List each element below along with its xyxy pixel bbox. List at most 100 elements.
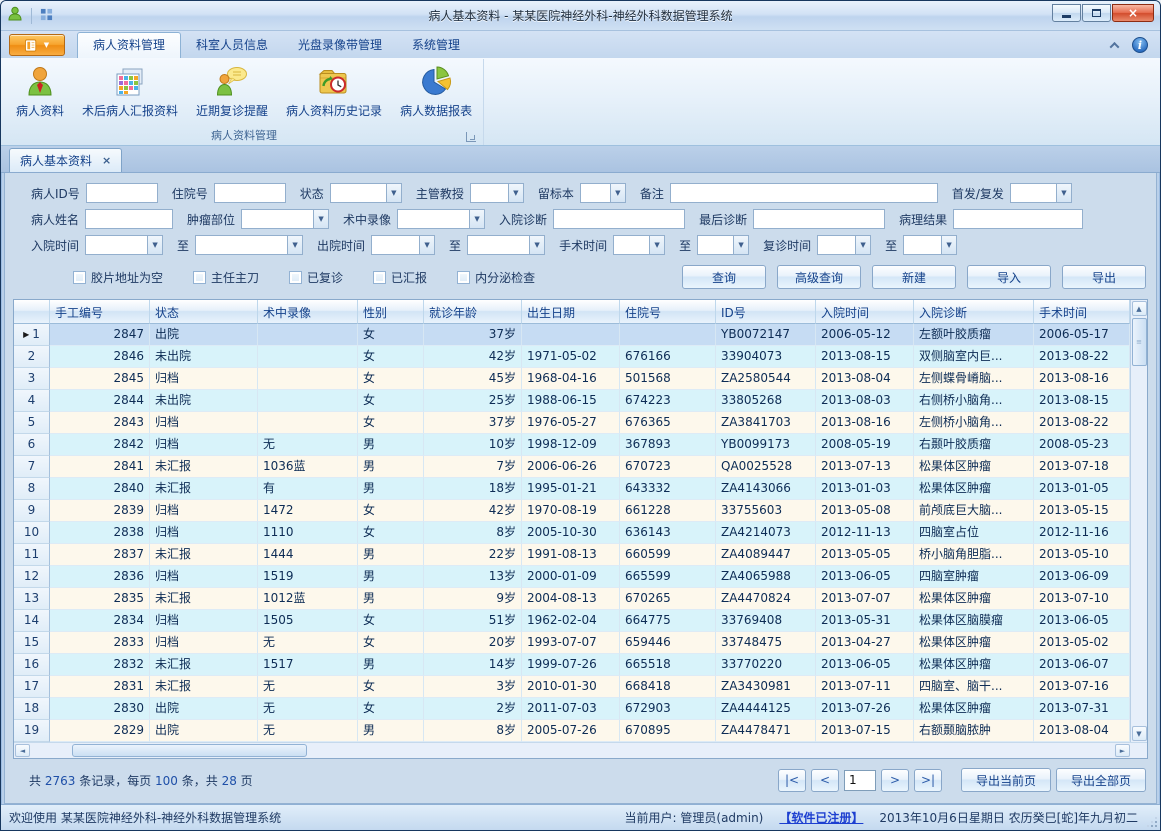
ribbon-tab-system-mgmt[interactable]: 系统管理 (397, 32, 475, 58)
export-current-page-button[interactable]: 导出当前页 (961, 768, 1051, 792)
dropdown-arrow-icon[interactable]: ▼ (147, 236, 162, 254)
filter-revisit-time-to-select[interactable]: ▼ (903, 235, 957, 255)
dropdown-arrow-icon[interactable]: ▼ (529, 236, 544, 254)
dropdown-arrow-icon[interactable]: ▼ (508, 184, 523, 202)
table-row[interactable]: 102838归档1110女8岁2005-10-30636143ZA4214073… (14, 522, 1130, 544)
filter-specimen-select[interactable]: ▼ (580, 183, 626, 203)
column-header-visit-age[interactable]: 就诊年龄 (424, 300, 522, 324)
filter-surgery-time-to-select[interactable]: ▼ (697, 235, 749, 255)
filter-intraop-video-select[interactable]: ▼ (397, 209, 485, 229)
table-row[interactable]: 142834归档1505女51岁1962-02-0466477533769408… (14, 610, 1130, 632)
ribbon-button-patient-history[interactable]: 病人资料历史记录 (277, 59, 391, 120)
dropdown-arrow-icon[interactable]: ▼ (287, 236, 302, 254)
dropdown-arrow-icon[interactable]: ▼ (386, 184, 401, 202)
table-row[interactable]: 52843归档女37岁1976-05-27676365ZA38417032013… (14, 412, 1130, 434)
checkbox-reported[interactable]: 已汇报 (373, 269, 427, 286)
table-row[interactable]: 192829出院无男8岁2005-07-26670895ZA4478471201… (14, 720, 1130, 742)
column-header-admission-time[interactable]: 入院时间 (816, 300, 914, 324)
collapse-ribbon-icon[interactable] (1110, 41, 1120, 51)
filter-discharge-time-to-select[interactable]: ▼ (467, 235, 545, 255)
checkbox-endocrine-exam[interactable]: 内分泌检查 (457, 269, 535, 286)
dropdown-arrow-icon[interactable]: ▼ (469, 210, 484, 228)
table-row[interactable]: 112837未汇报1444男22岁1991-08-13660599ZA40894… (14, 544, 1130, 566)
vertical-scroll-thumb[interactable]: ≡ (1132, 318, 1147, 366)
ribbon-tab-patient-data-mgmt[interactable]: 病人资料管理 (77, 32, 181, 58)
dropdown-arrow-icon[interactable]: ▼ (610, 184, 625, 202)
filter-chief-professor-select[interactable]: ▼ (470, 183, 524, 203)
dropdown-arrow-icon[interactable]: ▼ (733, 236, 748, 254)
filter-patient-id-input[interactable] (86, 183, 158, 203)
dialog-launcher-icon[interactable] (466, 132, 476, 142)
close-button[interactable]: × (1112, 4, 1154, 22)
scroll-right-icon[interactable]: ► (1115, 744, 1130, 757)
quick-access-icon[interactable] (40, 8, 53, 24)
filter-admission-time-from-select[interactable]: ▼ (85, 235, 163, 255)
dropdown-arrow-icon[interactable]: ▼ (649, 236, 664, 254)
filter-revisit-time-from-select[interactable]: ▼ (817, 235, 871, 255)
filter-final-diagnosis-input[interactable] (753, 209, 885, 229)
query-button[interactable]: 查询 (682, 265, 766, 289)
new-button[interactable]: 新建 (872, 265, 956, 289)
dropdown-arrow-icon[interactable]: ▼ (941, 236, 956, 254)
column-header-manual-no[interactable]: 手工编号 (50, 300, 150, 324)
resize-grip-icon[interactable] (1147, 817, 1157, 827)
last-page-button[interactable]: >| (914, 769, 942, 792)
filter-surgery-time-from-select[interactable]: ▼ (613, 235, 665, 255)
tab-patient-basic-info[interactable]: 病人基本资料 × (9, 148, 122, 172)
ribbon-button-revisit-reminder[interactable]: 近期复诊提醒 (187, 59, 277, 120)
table-row[interactable]: 152833归档无女20岁1993-07-0765944633748475201… (14, 632, 1130, 654)
next-page-button[interactable]: > (881, 769, 909, 792)
vertical-scrollbar[interactable]: ▲ ≡ ▼ (1130, 300, 1147, 742)
horizontal-scroll-thumb[interactable] (72, 744, 307, 757)
checkbox-film-address-empty[interactable]: 胶片地址为空 (73, 269, 163, 286)
column-header-status[interactable]: 状态 (150, 300, 258, 324)
filter-status-select[interactable]: ▼ (330, 183, 402, 203)
column-header-id-no[interactable]: ID号 (716, 300, 816, 324)
filter-tumor-site-select[interactable]: ▼ (241, 209, 329, 229)
dropdown-arrow-icon[interactable]: ▼ (855, 236, 870, 254)
table-row[interactable]: 22846未出院女42岁1971-05-02676166339040732013… (14, 346, 1130, 368)
dropdown-arrow-icon[interactable]: ▼ (1056, 184, 1071, 202)
checkbox-director-surgeon[interactable]: 主任主刀 (193, 269, 259, 286)
table-row[interactable]: 122836归档1519男13岁2000-01-09665599ZA406598… (14, 566, 1130, 588)
ribbon-button-patient-data[interactable]: 病人资料 (7, 59, 73, 120)
table-row[interactable]: 32845归档女45岁1968-04-16501568ZA25805442013… (14, 368, 1130, 390)
checkbox-revisited[interactable]: 已复诊 (289, 269, 343, 286)
filter-patient-name-input[interactable] (85, 209, 173, 229)
dropdown-arrow-icon[interactable]: ▼ (313, 210, 328, 228)
registered-link[interactable]: 【软件已注册】 (779, 809, 863, 826)
horizontal-scrollbar[interactable]: ◄ ► (14, 742, 1147, 758)
column-header-birth-date[interactable]: 出生日期 (522, 300, 620, 324)
filter-first-or-relapse-select[interactable]: ▼ (1010, 183, 1072, 203)
column-header-admission-diagnosis[interactable]: 入院诊断 (914, 300, 1034, 324)
column-header-admission-no[interactable]: 住院号 (620, 300, 716, 324)
filter-pathology-result-input[interactable] (953, 209, 1083, 229)
tab-close-icon[interactable]: × (102, 155, 111, 166)
ribbon-tab-disc-tape-mgmt[interactable]: 光盘录像带管理 (283, 32, 397, 58)
ribbon-button-patient-report[interactable]: 病人数据报表 (391, 59, 481, 120)
table-row[interactable]: 42844未出院女25岁1988-06-15674223338052682013… (14, 390, 1130, 412)
filter-admission-time-to-select[interactable]: ▼ (195, 235, 303, 255)
table-row[interactable]: 172831未汇报无女3岁2010-01-30668418ZA343098120… (14, 676, 1130, 698)
export-all-pages-button[interactable]: 导出全部页 (1056, 768, 1146, 792)
table-row[interactable]: 132835未汇报1012蓝男9岁2004-08-13670265ZA44708… (14, 588, 1130, 610)
ribbon-button-postop-report-data[interactable]: 术后病人汇报资料 (73, 59, 187, 120)
ribbon-tab-dept-staff-info[interactable]: 科室人员信息 (181, 32, 283, 58)
table-row[interactable]: 82840未汇报有男18岁1995-01-21643332ZA414306620… (14, 478, 1130, 500)
import-button[interactable]: 导入 (967, 265, 1051, 289)
filter-remark-input[interactable] (670, 183, 938, 203)
minimize-button[interactable] (1052, 4, 1081, 22)
scroll-down-icon[interactable]: ▼ (1132, 726, 1147, 741)
info-icon[interactable]: i (1132, 37, 1148, 53)
table-row[interactable]: 162832未汇报1517男14岁1999-07-266655183377022… (14, 654, 1130, 676)
scroll-up-icon[interactable]: ▲ (1132, 301, 1147, 316)
application-menu-button[interactable]: ▼ (9, 34, 65, 56)
filter-discharge-time-from-select[interactable]: ▼ (371, 235, 435, 255)
scroll-left-icon[interactable]: ◄ (15, 744, 30, 757)
dropdown-arrow-icon[interactable]: ▼ (419, 236, 434, 254)
column-header-gender[interactable]: 性别 (358, 300, 424, 324)
table-row[interactable]: 62842归档无男10岁1998-12-09367893YB0099173200… (14, 434, 1130, 456)
page-number-input[interactable] (844, 770, 876, 791)
first-page-button[interactable]: |< (778, 769, 806, 792)
table-row[interactable]: 92839归档1472女42岁1970-08-19661228337556032… (14, 500, 1130, 522)
